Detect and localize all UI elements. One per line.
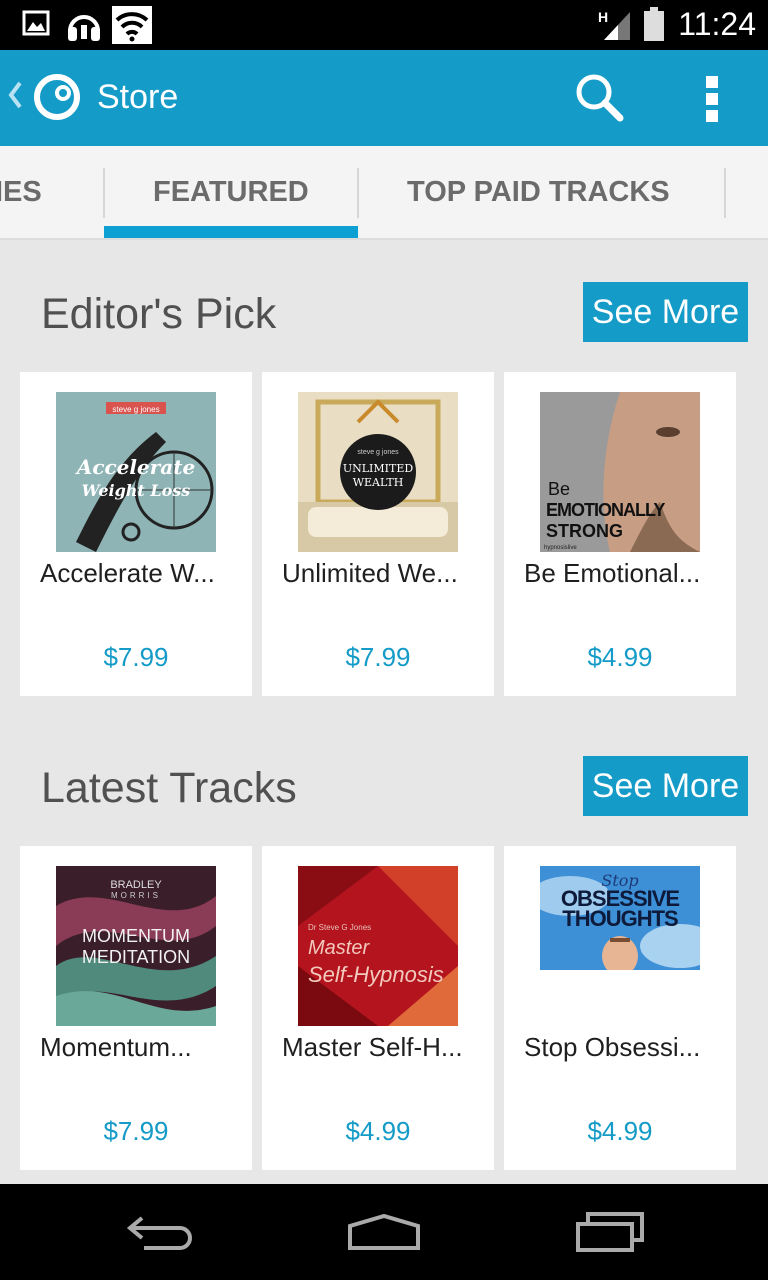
- track-price: $4.99: [587, 1116, 653, 1146]
- action-bar: Store: [0, 50, 768, 146]
- back-icon[interactable]: [8, 80, 22, 115]
- album-art: steve g jones UNLIMITED WEALTH: [298, 392, 458, 552]
- album-art: Dr Steve G Jones Master Self-Hypnosis: [298, 866, 458, 1026]
- svg-text:BRADLEY: BRADLEY: [110, 879, 162, 891]
- track-price: $7.99: [103, 1116, 169, 1146]
- album-art: steve g jones Accelerate Weight Loss: [56, 392, 216, 552]
- track-title: Master Self-H...: [282, 1032, 463, 1062]
- svg-text:Master: Master: [308, 937, 370, 959]
- tab-featured[interactable]: FEATURED: [153, 146, 309, 238]
- svg-text:Weight Loss: Weight Loss: [82, 481, 191, 500]
- signal-icon: H: [598, 8, 632, 47]
- svg-text:MEDITATION: MEDITATION: [82, 947, 190, 967]
- wifi-icon: [112, 6, 152, 49]
- selected-tab-indicator: [104, 226, 358, 238]
- clock: 11:24: [678, 6, 756, 42]
- tab-divider: [103, 168, 105, 218]
- navigation-bar: [0, 1184, 768, 1280]
- app-screen: H 11:24 Store ES FEATURED TOP PAID TRACK…: [0, 0, 768, 1280]
- tab-divider: [724, 168, 726, 218]
- track-card[interactable]: BRADLEY MORRIS MOMENTUM MEDITATION Momen…: [20, 846, 252, 1170]
- tab-divider: [357, 168, 359, 218]
- svg-text:steve g jones: steve g jones: [357, 449, 399, 456]
- svg-text:Dr Steve G Jones: Dr Steve G Jones: [308, 923, 371, 932]
- track-price: $7.99: [345, 642, 411, 672]
- track-card[interactable]: Dr Steve G Jones Master Self-Hypnosis Ma…: [262, 846, 494, 1170]
- track-title: Momentum...: [40, 1032, 192, 1062]
- svg-text:STRONG: STRONG: [546, 521, 623, 541]
- recents-nav-icon[interactable]: [574, 1212, 646, 1257]
- see-more-button[interactable]: See More: [583, 282, 748, 342]
- status-bar: H 11:24: [0, 0, 768, 50]
- see-more-button[interactable]: See More: [583, 756, 748, 816]
- tab-top-paid-tracks[interactable]: TOP PAID TRACKS: [407, 146, 670, 238]
- search-icon[interactable]: [574, 72, 626, 129]
- track-title: Be Emotional...: [524, 558, 701, 588]
- back-nav-icon[interactable]: [124, 1212, 196, 1257]
- svg-text:Accelerate: Accelerate: [75, 455, 195, 479]
- overflow-menu-icon[interactable]: [700, 74, 724, 129]
- svg-text:H: H: [598, 9, 608, 25]
- headphones-icon: [66, 9, 102, 48]
- album-art: Stop OBSESSIVE THOUGHTS: [540, 866, 700, 970]
- album-art: BRADLEY MORRIS MOMENTUM MEDITATION: [56, 866, 216, 1026]
- track-title: Stop Obsessi...: [524, 1032, 701, 1062]
- track-card[interactable]: Be EMOTIONALLY STRONG hypnosislive Be Em…: [504, 372, 736, 696]
- svg-text:THOUGHTS: THOUGHTS: [562, 906, 678, 931]
- svg-text:MOMENTUM: MOMENTUM: [82, 926, 190, 946]
- track-card[interactable]: Stop OBSESSIVE THOUGHTS Stop Obsessi... …: [504, 846, 736, 1170]
- track-title: Accelerate W...: [40, 558, 215, 588]
- track-card[interactable]: steve g jones Accelerate Weight Loss Acc…: [20, 372, 252, 696]
- track-price: $7.99: [103, 642, 169, 672]
- svg-text:steve g jones: steve g jones: [112, 405, 159, 414]
- track-card[interactable]: steve g jones UNLIMITED WEALTH Unlimited…: [262, 372, 494, 696]
- track-price: $4.99: [345, 1116, 411, 1146]
- battery-icon: [644, 7, 664, 46]
- svg-text:UNLIMITED: UNLIMITED: [343, 462, 414, 475]
- track-title: Unlimited We...: [282, 558, 458, 588]
- tab-categories[interactable]: RIES: [0, 146, 42, 238]
- svg-text:hypnosislive: hypnosislive: [544, 545, 577, 551]
- app-logo-icon[interactable]: [32, 72, 82, 127]
- track-price: $4.99: [587, 642, 653, 672]
- svg-text:WEALTH: WEALTH: [353, 476, 404, 489]
- tab-strip: RIES FEATURED TOP PAID TRACKS: [0, 146, 768, 240]
- section-title-editors-pick: Editor's Pick: [41, 290, 277, 338]
- album-art: Be EMOTIONALLY STRONG hypnosislive: [540, 392, 700, 552]
- home-nav-icon[interactable]: [346, 1212, 422, 1257]
- page-title: Store: [97, 78, 179, 116]
- gallery-icon: [22, 9, 50, 42]
- svg-text:Self-Hypnosis: Self-Hypnosis: [308, 962, 444, 987]
- svg-text:MORRIS: MORRIS: [111, 891, 161, 900]
- section-title-latest-tracks: Latest Tracks: [41, 764, 297, 812]
- svg-text:Be: Be: [548, 479, 570, 499]
- svg-text:EMOTIONALLY: EMOTIONALLY: [546, 500, 665, 520]
